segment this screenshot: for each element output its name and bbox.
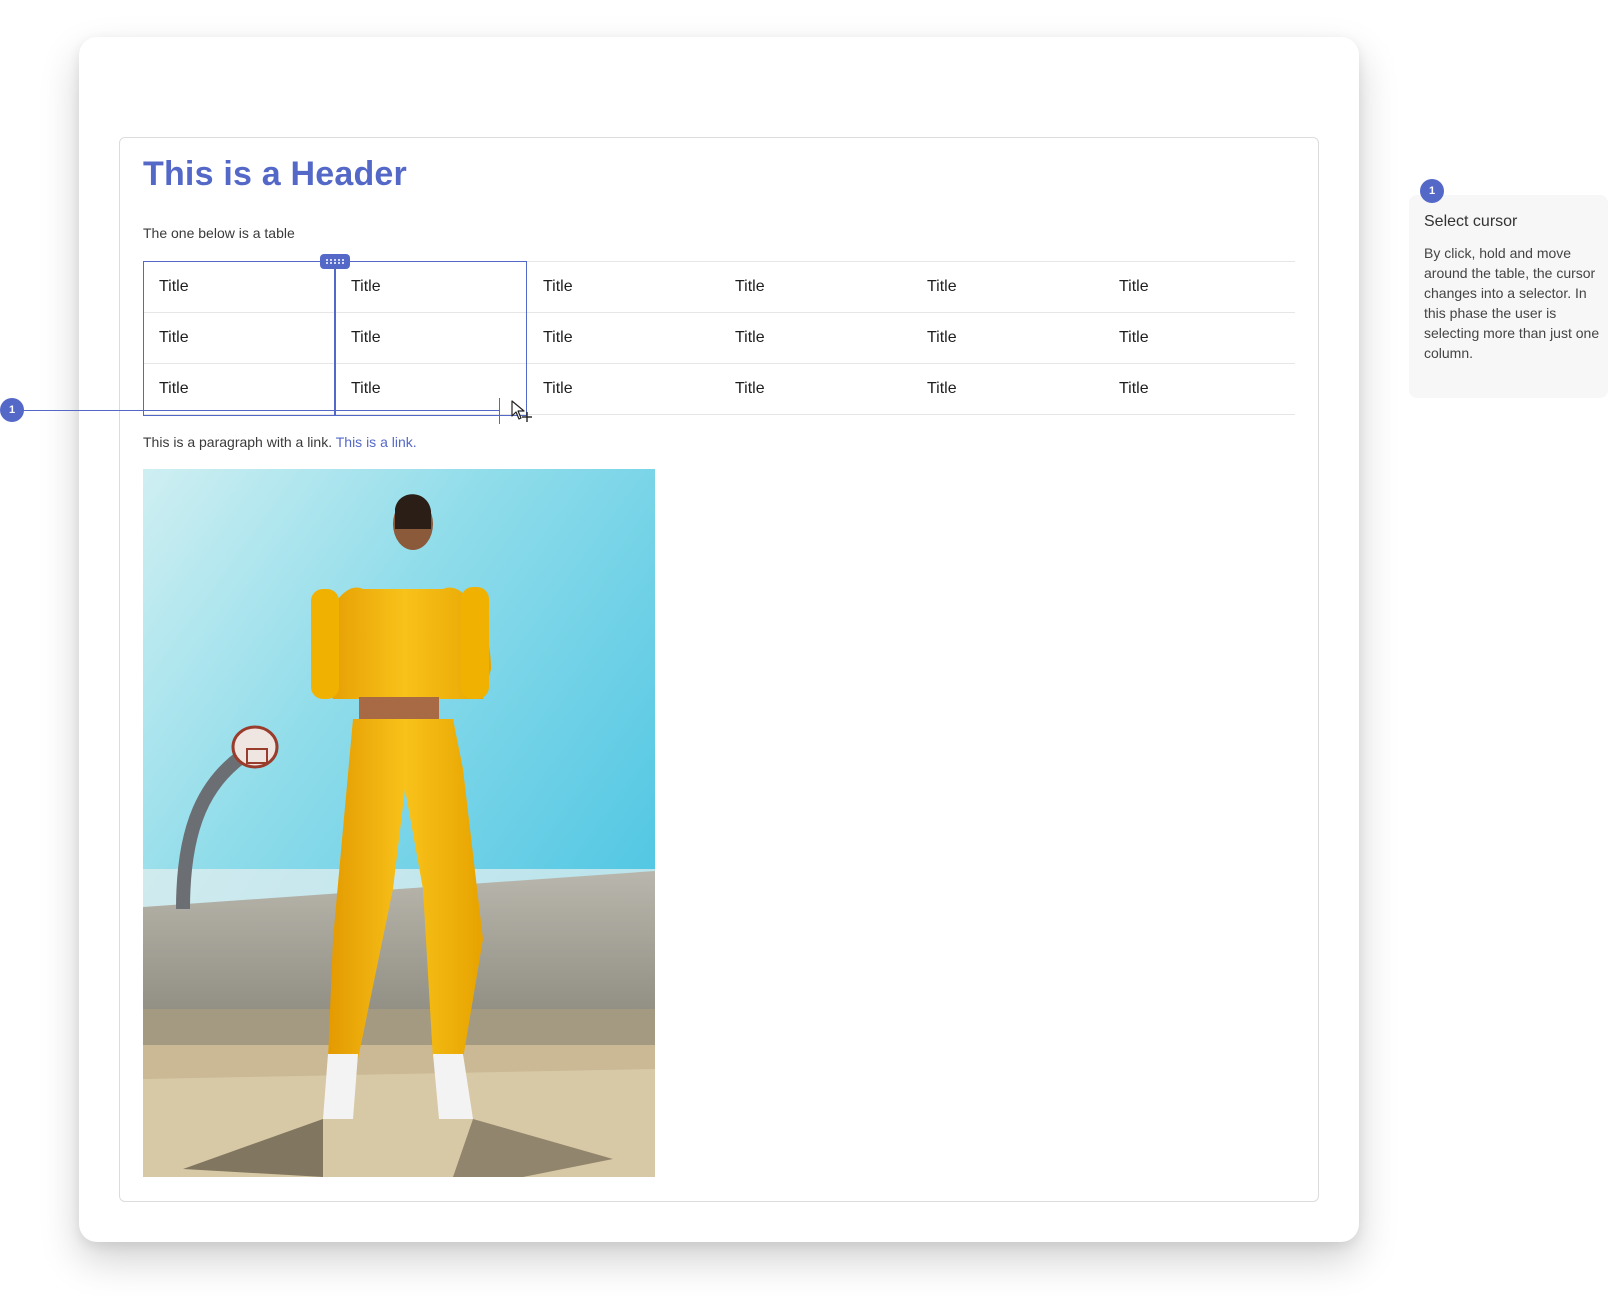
selection-guide-line: [12, 410, 500, 411]
column-drag-handle[interactable]: [320, 254, 350, 269]
table-cell[interactable]: Title: [143, 363, 335, 415]
table-cell[interactable]: Title: [527, 261, 719, 313]
select-cursor-icon: [511, 400, 532, 422]
selection-guide-tick: [499, 398, 500, 424]
table-row[interactable]: Title Title Title Title Title Title: [143, 363, 1295, 415]
data-table[interactable]: Title Title Title Title Title Title Title Title…: [143, 261, 1295, 415]
table-cell[interactable]: Title: [911, 312, 1103, 364]
paragraph-link[interactable]: This is a link.: [336, 434, 417, 450]
paragraph-text: This is a paragraph with a link.: [143, 434, 336, 450]
table-cell[interactable]: Title: [143, 261, 335, 313]
annotation-title: Select cursor: [1424, 213, 1518, 230]
table-row[interactable]: Title Title Title Title Title Title: [143, 312, 1295, 364]
table-cell[interactable]: Title: [719, 363, 911, 415]
table-cell[interactable]: Title: [1103, 363, 1295, 415]
paragraph: This is a paragraph with a link. This is…: [143, 434, 417, 450]
table-cell[interactable]: Title: [527, 312, 719, 364]
table-cell[interactable]: Title: [1103, 312, 1295, 364]
table-cell[interactable]: Title: [911, 261, 1103, 313]
intro-text: The one below is a table: [143, 225, 295, 241]
photo-image[interactable]: [143, 469, 655, 1177]
table-cell[interactable]: Title: [143, 312, 335, 364]
table-cell[interactable]: Title: [911, 363, 1103, 415]
annotation-body: By click, hold and move around the table…: [1424, 245, 1600, 361]
drag-grip-icon: [325, 259, 345, 264]
table-cell[interactable]: Title: [719, 261, 911, 313]
annotation-marker-left: 1: [0, 398, 24, 422]
table-row[interactable]: Title Title Title Title Title Title: [143, 261, 1295, 313]
table-cell[interactable]: Title: [719, 312, 911, 364]
table-cell[interactable]: Title: [527, 363, 719, 415]
table-cell[interactable]: Title: [335, 312, 527, 364]
photo-woman-icon: [143, 469, 655, 1177]
table-container[interactable]: Title Title Title Title Title Title Title Title…: [143, 261, 1295, 415]
table-cell[interactable]: Title: [335, 261, 527, 313]
table-cell[interactable]: Title: [1103, 261, 1295, 313]
document-header: This is a Header: [143, 155, 407, 193]
annotation-marker: 1: [1420, 179, 1444, 203]
